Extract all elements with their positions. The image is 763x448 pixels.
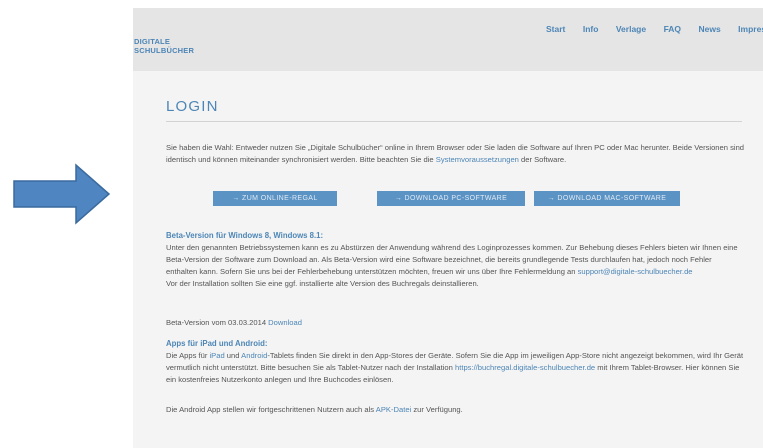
intro-paragraph: Sie haben die Wahl: Entweder nutzen Sie … (166, 142, 744, 166)
nav-verlage[interactable]: Verlage (616, 24, 646, 34)
apk-file-link[interactable]: APK-Datei (376, 405, 411, 414)
site-header: DIGITALE SCHULBÜCHER Start Info Verlage … (133, 8, 763, 71)
apk-text-end: zur Verfügung. (411, 405, 463, 414)
beta-paragraph: Unter den genannten Betriebssystemen kan… (166, 242, 744, 290)
apk-text: Die Android App stellen wir fortgeschrit… (166, 405, 376, 414)
download-pc-button[interactable]: → DOWNLOAD PC-SOFTWARE (377, 191, 525, 206)
main-content: LOGIN Sie haben die Wahl: Entweder nutze… (133, 71, 763, 448)
beta-version-line: Beta-Version vom 03.03.2014 Download (166, 317, 744, 329)
download-mac-button[interactable]: → DOWNLOAD MAC-SOFTWARE (534, 191, 680, 206)
intro-text-end: der Software. (518, 155, 567, 164)
nav-info[interactable]: Info (583, 24, 599, 34)
nav-news[interactable]: News (699, 24, 721, 34)
site-logo[interactable]: DIGITALE SCHULBÜCHER (134, 37, 194, 55)
apps-text-2: und (224, 351, 242, 360)
logo-line-1: DIGITALE (134, 37, 171, 46)
beta-download-link[interactable]: Download (268, 318, 302, 327)
buchregal-url-link[interactable]: https://buchregal.digitale-schulbuecher.… (455, 363, 595, 372)
online-regal-button[interactable]: → ZUM ONLINE-REGAL (213, 191, 337, 206)
beta-heading: Beta-Version für Windows 8, Windows 8.1: (166, 231, 324, 240)
logo-line-2: SCHULBÜCHER (134, 46, 195, 55)
main-nav: Start Info Verlage FAQ News Impressum (546, 19, 763, 37)
apps-text-1: Die Apps für (166, 351, 210, 360)
apps-paragraph: Die Apps für iPad und Android-Tablets fi… (166, 350, 744, 386)
ipad-link[interactable]: iPad (209, 351, 224, 360)
beta-install-note: Vor der Installation sollten Sie eine gg… (166, 279, 479, 288)
support-email-link[interactable]: support@digitale-schulbuecher.de (578, 267, 693, 276)
arrow-right-icon (13, 163, 111, 225)
system-requirements-link[interactable]: Systemvoraussetzungen (436, 155, 519, 164)
nav-start[interactable]: Start (546, 24, 565, 34)
page-title: LOGIN (166, 98, 219, 115)
nav-faq[interactable]: FAQ (664, 24, 681, 34)
beta-version-text: Beta-Version vom 03.03.2014 (166, 318, 269, 327)
title-divider (166, 121, 742, 122)
website-page: DIGITALE SCHULBÜCHER Start Info Verlage … (133, 8, 763, 448)
android-link[interactable]: Android (241, 351, 267, 360)
apps-heading: Apps für iPad und Android: (166, 339, 268, 348)
apk-paragraph: Die Android App stellen wir fortgeschrit… (166, 404, 744, 416)
nav-impressum[interactable]: Impressum (738, 24, 763, 34)
